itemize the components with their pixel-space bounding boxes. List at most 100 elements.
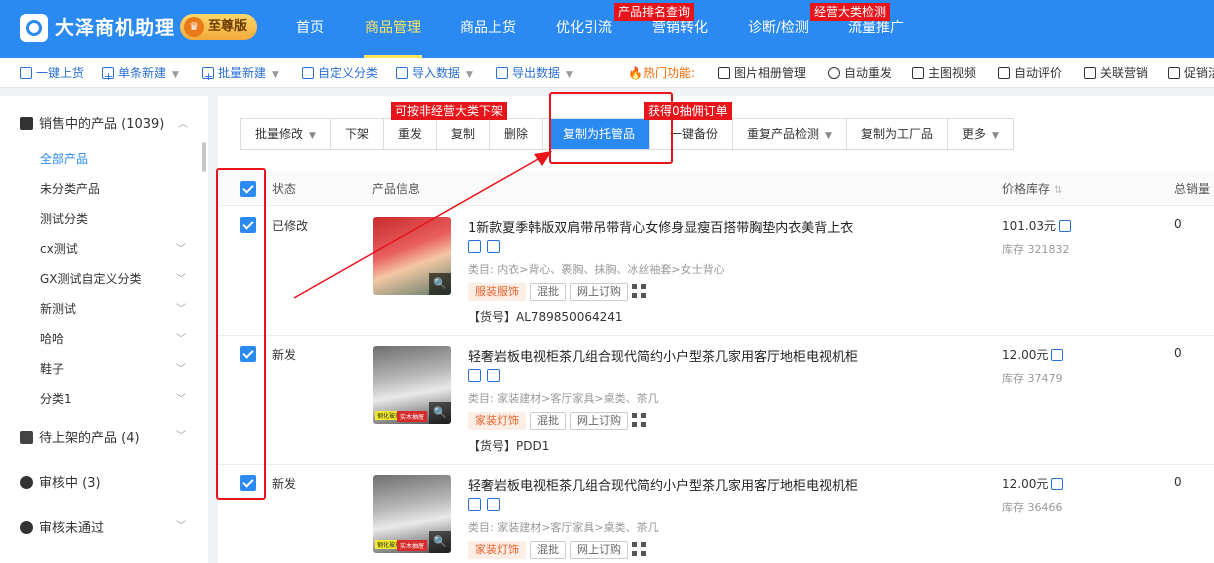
chevron-down-icon[interactable]: ﹀ (176, 330, 186, 345)
sidebar-group-label: 审核中 (3) (39, 476, 101, 491)
sidebar-item-all-products[interactable]: 全部产品 (40, 150, 88, 167)
alert-icon (20, 521, 33, 534)
nav-diagnosis[interactable]: 诊断/检测 (748, 0, 809, 58)
main-video-button[interactable]: 主图视频 (912, 58, 976, 88)
flame-icon: 🔥 (628, 66, 643, 80)
zoom-icon[interactable]: 🔍 (429, 531, 451, 553)
edit-icon[interactable] (468, 369, 481, 382)
edit-icon[interactable] (1059, 220, 1071, 232)
category-icon (302, 67, 314, 79)
image-icon[interactable] (487, 369, 500, 382)
take-down-button[interactable]: 下架 (330, 119, 384, 149)
edit-icon[interactable] (1051, 349, 1064, 361)
vip-badge[interactable]: ♛ 至尊版 (180, 14, 258, 40)
quick-toolbar: 一键上货 单条新建 ▼ 批量新建 ▼ 自定义分类 导入数据 ▼ 导出数据 ▼ 🔥热门功能… (0, 58, 1214, 92)
sidebar-group-label: 销售中的产品 (1039) (39, 117, 165, 132)
product-thumbnail[interactable]: 钢化玻璃台面 实木抽屉 🔍 (373, 475, 451, 553)
nav-home[interactable]: 首页 (296, 0, 324, 58)
tag-mixed-wholesale: 混批 (530, 412, 566, 430)
product-title[interactable]: 1新款夏季韩版双肩带吊带背心女修身显瘦百搭带胸垫内衣美背上衣 (468, 217, 853, 236)
chevron-down-icon[interactable]: ﹀ (176, 240, 186, 255)
chevron-down-icon[interactable]: ﹀ (176, 517, 186, 532)
one-click-upload-button[interactable]: 一键上货 (20, 58, 84, 88)
tb-label: 图片相册管理 (734, 66, 807, 80)
zoom-icon[interactable]: 🔍 (429, 402, 451, 424)
sidebar-group-label: 待上架的产品 (4) (39, 431, 140, 446)
batch-edit-button[interactable]: 批量修改 ▼ (241, 119, 331, 149)
chevron-up-icon[interactable]: ︿ (178, 115, 188, 130)
related-marketing-button[interactable]: 关联营销 (1084, 58, 1148, 88)
qrcode-icon[interactable] (632, 542, 646, 556)
auto-republish-button[interactable]: 自动重发 (828, 58, 892, 88)
sidebar-group-reviewing[interactable]: 审核中 (3) (20, 472, 101, 491)
table-row: 新发 钢化玻璃台面 实木抽屉 🔍 轻奢岩板电视柜茶几组合现代简约小户型茶几家用客厅地… (218, 465, 1214, 563)
sort-icon: ⇅ (1053, 185, 1063, 196)
btn-label: 更多 (961, 127, 986, 141)
import-data-button[interactable]: 导入数据 ▼ (396, 58, 473, 88)
header-price-stock[interactable]: 价格库存 ⇅ (1002, 172, 1062, 208)
album-manage-button[interactable]: 图片相册管理 (718, 58, 806, 88)
edit-icon[interactable] (1051, 478, 1064, 490)
header-total-sales: 总销量 (1174, 182, 1211, 196)
tb-label: 自定义分类 (318, 66, 379, 80)
edit-icon[interactable] (468, 240, 481, 253)
promotion-button[interactable]: 促销活 (1168, 58, 1214, 88)
sidebar-group-pending[interactable]: 待上架的产品 (4) (20, 427, 140, 446)
chevron-down-icon[interactable]: ﹀ (176, 390, 186, 405)
sidebar-item-gx-test[interactable]: GX测试自定义分类 (40, 270, 142, 287)
auto-review-button[interactable]: 自动评价 (998, 58, 1062, 88)
sidebar-group-rejected[interactable]: 审核未通过 (20, 517, 104, 536)
single-create-button[interactable]: 单条新建 ▼ (102, 58, 179, 92)
image-icon (718, 67, 730, 79)
delete-button[interactable]: 删除 (489, 119, 543, 149)
zoom-icon[interactable]: 🔍 (429, 273, 451, 295)
table-row: 已修改 🔍 1新款夏季韩版双肩带吊带背心女修身显瘦百搭带胸垫内衣美背上衣 类目:… (218, 207, 1214, 336)
edit-icon[interactable] (468, 498, 481, 511)
qrcode-icon[interactable] (632, 413, 646, 427)
product-tags: 家装灯饰 混批 网上订购 (468, 541, 646, 559)
sidebar-item-haha[interactable]: 哈哈 (40, 330, 64, 347)
tag-online-order: 网上订购 (570, 283, 628, 301)
nav-traffic-optimize[interactable]: 优化引流 (556, 0, 612, 58)
chevron-down-icon[interactable]: ﹀ (176, 300, 186, 315)
promo-icon (1168, 67, 1180, 79)
copy-button[interactable]: 复制 (436, 119, 490, 149)
product-edit-icons (468, 498, 506, 514)
sidebar-item-uncategorized[interactable]: 未分类产品 (40, 180, 100, 197)
nav-product-management[interactable]: 商品管理 (364, 0, 422, 58)
product-thumbnail[interactable]: 钢化玻璃台面 实木抽屉 🔍 (373, 346, 451, 424)
product-thumbnail[interactable]: 🔍 (373, 217, 451, 295)
plus-icon (102, 62, 114, 92)
sidebar-item-cx-test[interactable]: cx测试 (40, 240, 78, 257)
tb-label: 主图视频 (928, 66, 977, 80)
price-text: 12.00元 (1002, 477, 1049, 491)
sidebar-item-test-category[interactable]: 测试分类 (40, 210, 88, 227)
nav-product-upload[interactable]: 商品上货 (460, 0, 516, 58)
offshelf-callout: 可按非经营大类下架 (391, 102, 508, 120)
custom-category-button[interactable]: 自定义分类 (302, 58, 378, 88)
video-icon (912, 67, 924, 79)
sidebar-scrollbar[interactable] (202, 142, 206, 172)
image-icon[interactable] (487, 240, 500, 253)
image-icon[interactable] (487, 498, 500, 511)
sidebar-item-new-test[interactable]: 新测试 (40, 300, 76, 317)
product-title[interactable]: 轻奢岩板电视柜茶几组合现代简约小户型茶几家用客厅地柜电视机柜 (468, 475, 858, 494)
sidebar-group-on-sale[interactable]: 销售中的产品 (1039) (20, 113, 164, 132)
price-text: 12.00元 (1002, 348, 1049, 362)
sidebar-item-shoes[interactable]: 鞋子 (40, 360, 64, 377)
chevron-down-icon[interactable]: ﹀ (176, 270, 186, 285)
chevron-down-icon[interactable]: ﹀ (176, 427, 186, 442)
product-title[interactable]: 轻奢岩板电视柜茶几组合现代简约小户型茶几家用客厅地柜电视机柜 (468, 346, 858, 365)
chevron-down-icon: ▼ (309, 131, 316, 141)
tag-mixed-wholesale: 混批 (530, 541, 566, 559)
duplicate-check-button[interactable]: 重复产品检测 ▼ (733, 119, 847, 149)
republish-button[interactable]: 重发 (383, 119, 437, 149)
qrcode-icon[interactable] (632, 284, 646, 298)
sidebar-item-category1[interactable]: 分类1 (40, 390, 72, 407)
chevron-down-icon[interactable]: ﹀ (176, 360, 186, 375)
tag-online-order: 网上订购 (570, 412, 628, 430)
copy-as-factory-button[interactable]: 复制为工厂品 (846, 119, 948, 149)
export-data-button[interactable]: 导出数据 ▼ (496, 58, 573, 88)
batch-create-button[interactable]: 批量新建 ▼ (202, 58, 279, 92)
more-button[interactable]: 更多 ▼ (947, 119, 1013, 149)
